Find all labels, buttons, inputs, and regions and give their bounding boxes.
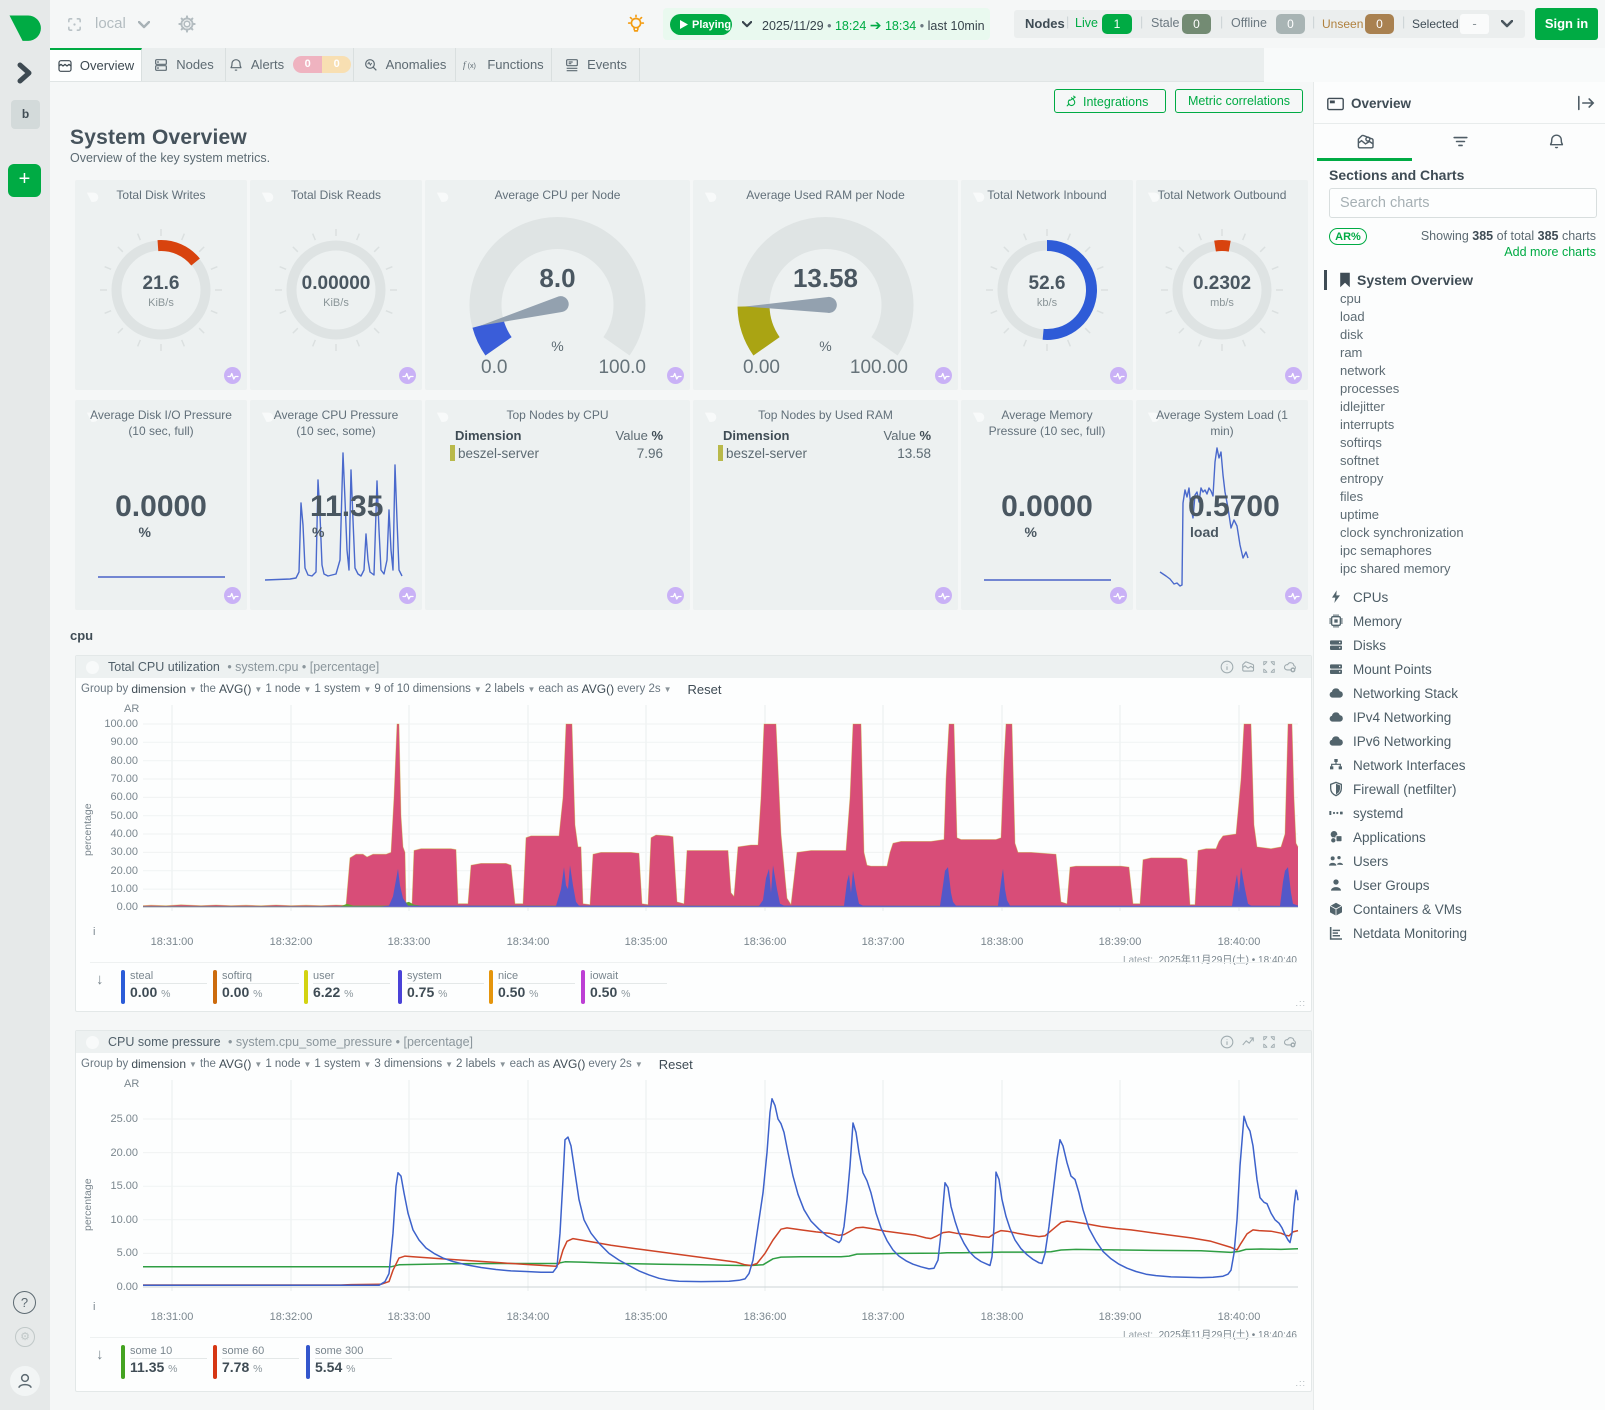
svg-text:(x): (x) <box>468 61 476 70</box>
svg-text:f: f <box>463 60 467 70</box>
